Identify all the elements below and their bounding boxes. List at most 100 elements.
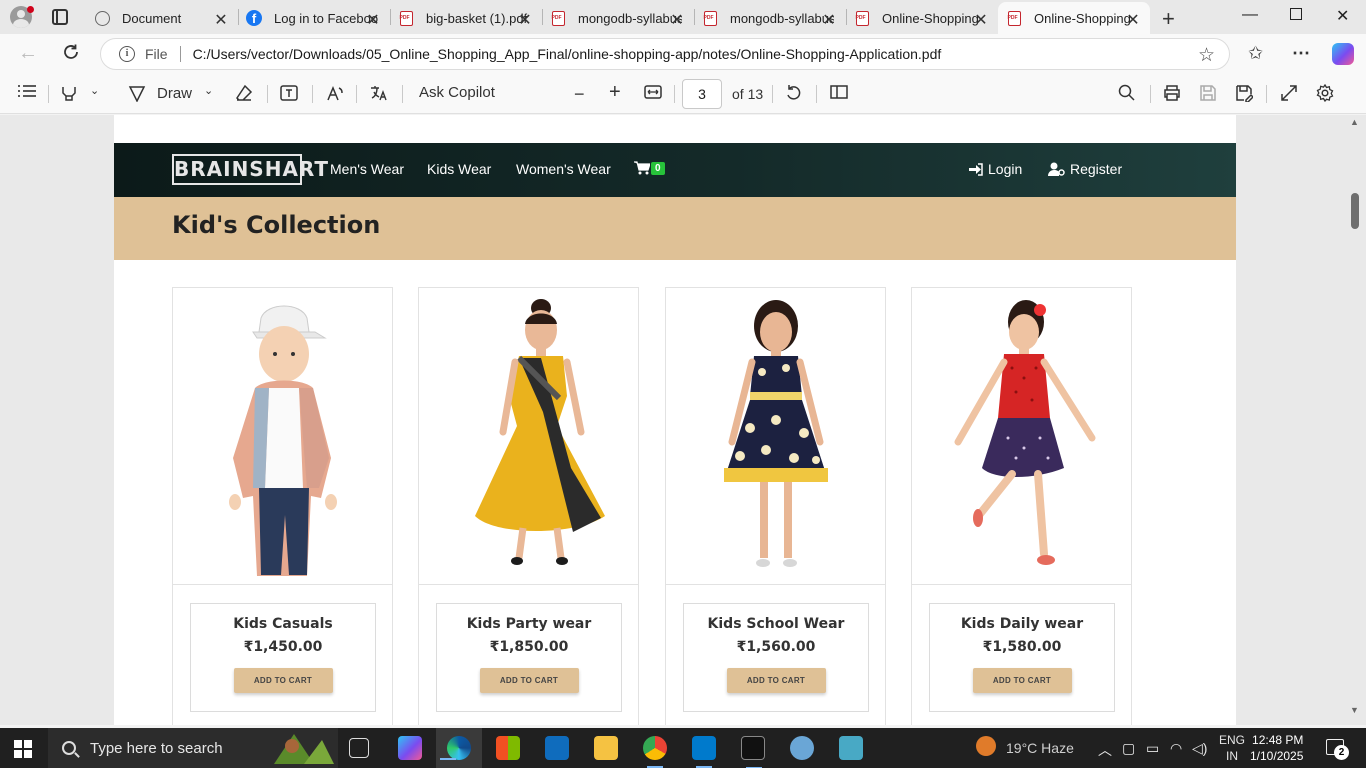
windows-taskbar: Type here to search 19°C Haze ︿ ▢ ▭ ◠ ◁)… — [0, 728, 1366, 768]
text-box-icon[interactable] — [280, 84, 298, 102]
mail-icon[interactable] — [545, 736, 569, 760]
restore-icon[interactable] — [1290, 8, 1302, 20]
url-text[interactable]: C:/Users/vector/Downloads/05_Online_Shop… — [193, 46, 942, 62]
nav-kids-wear[interactable]: Kids Wear — [427, 161, 491, 177]
login-link[interactable]: Login — [969, 161, 1022, 177]
draw-tool[interactable]: Draw — [128, 84, 192, 102]
draw-dropdown-chevron-icon[interactable]: ⌄ — [204, 84, 213, 97]
product-image-school-dress[interactable] — [666, 288, 885, 585]
show-hidden-chevron-icon[interactable]: ︿ — [1098, 740, 1112, 760]
scroll-down-arrow-icon[interactable]: ▼ — [1350, 705, 1359, 715]
copilot-icon[interactable] — [1332, 43, 1354, 65]
collection-banner: Kid's Collection — [114, 197, 1236, 260]
notepad-icon[interactable] — [839, 736, 863, 760]
weather-icon[interactable] — [976, 736, 996, 756]
close-icon[interactable]: ✕ — [518, 10, 532, 30]
close-icon[interactable]: ✕ — [822, 10, 836, 30]
eraser-icon[interactable] — [235, 84, 253, 102]
tab-online-shopping-active[interactable]: Online-Shopping ✕ — [998, 2, 1150, 34]
tab-mongodb-1[interactable]: mongodb-syllabus ✕ — [542, 2, 694, 34]
tab-mongodb-2[interactable]: mongodb-syllabus ✕ — [694, 2, 846, 34]
product-price: ₹1,580.00 — [982, 639, 1062, 655]
refresh-icon[interactable] — [61, 42, 81, 62]
page-view-icon[interactable] — [830, 84, 848, 100]
back-arrow-icon[interactable]: ← — [18, 42, 38, 65]
edge-taskbar-button[interactable] — [436, 728, 482, 768]
translate-icon[interactable] — [369, 84, 389, 102]
add-to-cart-button[interactable]: ADD TO CART — [726, 668, 826, 693]
store-icon[interactable] — [496, 736, 520, 760]
close-icon[interactable]: ✕ — [366, 10, 380, 30]
pdf-icon — [854, 10, 870, 26]
window-close-icon[interactable]: ✕ — [1336, 6, 1349, 26]
taskbar-search-box[interactable]: Type here to search — [48, 728, 338, 768]
product-image-boy-casual[interactable] — [173, 288, 392, 585]
read-aloud-icon[interactable] — [326, 84, 344, 102]
close-icon[interactable]: ✕ — [214, 10, 228, 30]
save-as-icon[interactable] — [1235, 84, 1253, 102]
nav-mens-wear[interactable]: Men's Wear — [330, 161, 404, 177]
windows-start-icon[interactable] — [14, 740, 32, 758]
language-indicator[interactable]: ENG IN — [1219, 732, 1245, 764]
tab-document[interactable]: Document ✕ — [86, 2, 238, 34]
ask-copilot-button[interactable]: Ask Copilot — [419, 84, 495, 101]
new-tab-icon[interactable]: + — [1162, 6, 1175, 32]
copilot-taskbar-icon[interactable] — [398, 736, 422, 760]
favorite-star-icon[interactable]: ☆ — [1198, 44, 1215, 67]
close-icon[interactable]: ✕ — [1126, 10, 1140, 30]
scrollbar-thumb[interactable] — [1351, 193, 1359, 229]
minimize-icon[interactable]: — — [1242, 6, 1258, 24]
page-number-input[interactable]: 3 — [682, 79, 722, 109]
info-icon[interactable]: i — [119, 46, 135, 62]
highlight-icon[interactable] — [60, 84, 78, 102]
cart-button[interactable]: 0 — [634, 161, 665, 175]
nav-womens-wear[interactable]: Women's Wear — [516, 161, 611, 177]
tab-online-shopping-1[interactable]: Online-Shopping ✕ — [846, 2, 998, 34]
vscode-icon[interactable] — [692, 736, 716, 768]
zoom-in-icon[interactable]: + — [609, 81, 621, 104]
add-to-cart-button[interactable]: ADD TO CART — [233, 668, 333, 693]
product-image-party-dress[interactable] — [419, 288, 638, 585]
more-menu-icon[interactable]: ⋯ — [1292, 43, 1310, 64]
save-icon[interactable] — [1199, 84, 1217, 102]
close-icon[interactable]: ✕ — [974, 10, 988, 30]
product-info-box: Kids School Wear ₹1,560.00 ADD TO CART — [683, 603, 869, 712]
register-link[interactable]: Register — [1048, 161, 1122, 177]
fullscreen-icon[interactable] — [1280, 84, 1298, 102]
tab-actions-icon[interactable] — [52, 9, 68, 25]
highlight-dropdown-chevron-icon[interactable]: ⌄ — [90, 84, 99, 97]
contents-list-icon[interactable] — [18, 84, 36, 98]
fit-width-icon[interactable] — [644, 84, 662, 100]
pen-icon — [128, 86, 146, 102]
close-icon[interactable]: ✕ — [670, 10, 684, 30]
settings-gear-icon[interactable] — [1316, 84, 1334, 102]
rotate-icon[interactable] — [785, 84, 803, 102]
chrome-icon[interactable] — [643, 736, 667, 768]
product-name: Kids Casuals — [233, 616, 333, 632]
add-to-cart-button[interactable]: ADD TO CART — [972, 668, 1072, 693]
address-row: ← i File C:/Users/vector/Downloads/05_On… — [0, 34, 1366, 74]
search-icon[interactable] — [1118, 84, 1135, 101]
network-device-icon[interactable]: ▢ — [1122, 740, 1135, 757]
battery-icon[interactable]: ▭ — [1146, 740, 1159, 757]
zoom-out-icon[interactable]: − — [574, 84, 585, 105]
pdf-icon — [550, 10, 566, 26]
weather-text[interactable]: 19°C Haze — [1006, 740, 1074, 756]
add-to-cart-button[interactable]: ADD TO CART — [479, 668, 579, 693]
address-bar[interactable]: i File C:/Users/vector/Downloads/05_Onli… — [100, 38, 1230, 70]
print-icon[interactable] — [1163, 84, 1181, 102]
tab-facebook[interactable]: f Log in to Facebook ✕ — [238, 2, 390, 34]
tab-big-basket[interactable]: big-basket (1).pdf ✕ — [390, 2, 542, 34]
terminal-icon[interactable] — [741, 736, 765, 768]
wifi-icon[interactable]: ◠ — [1170, 740, 1182, 757]
product-image-daily-dress[interactable] — [912, 288, 1131, 585]
favorites-icon[interactable]: ✩ — [1248, 43, 1263, 64]
product-name: Kids Daily wear — [960, 616, 1084, 632]
taskbar-clock[interactable]: 12:48 PM 1/10/2025 — [1250, 732, 1303, 764]
scroll-up-arrow-icon[interactable]: ▲ — [1350, 117, 1359, 127]
task-view-icon[interactable] — [349, 738, 369, 758]
volume-icon[interactable]: ◁) — [1192, 740, 1207, 757]
paint-icon[interactable] — [790, 736, 814, 760]
pdf-icon — [398, 10, 414, 26]
file-explorer-icon[interactable] — [594, 736, 618, 760]
